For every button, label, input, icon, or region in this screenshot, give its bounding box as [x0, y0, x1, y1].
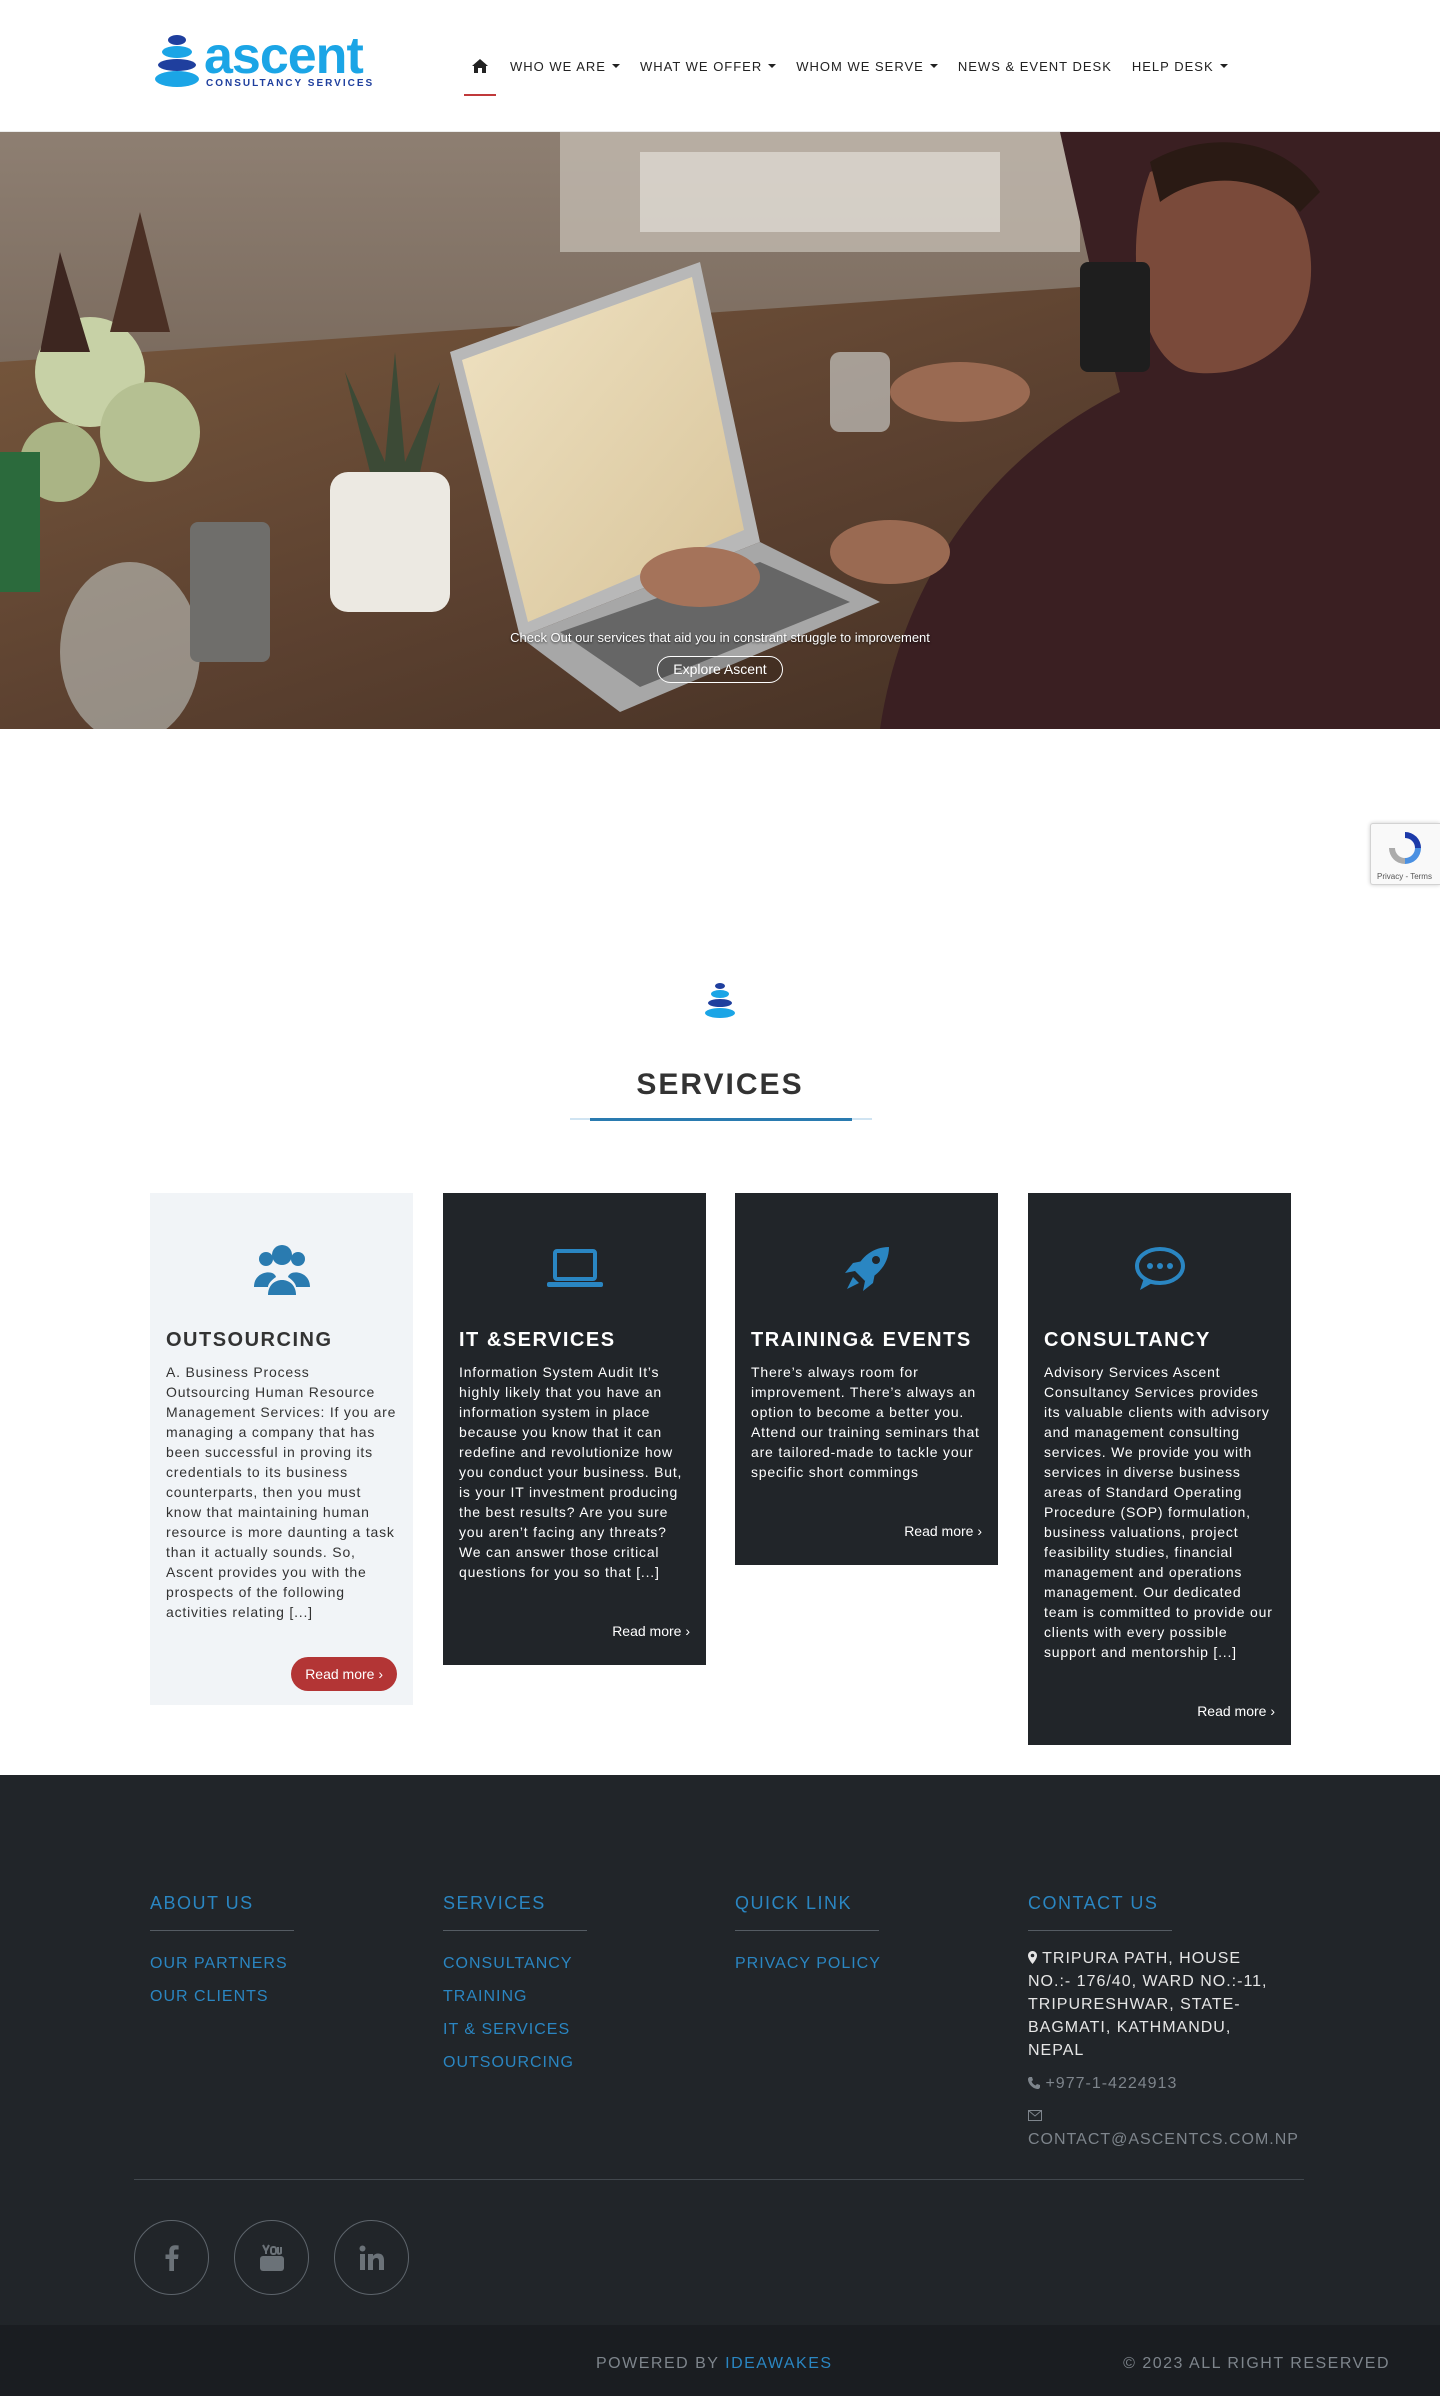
footer-contact: CONTACT US TRIPURA PATH, HOUSE NO.:- 176…: [1028, 1893, 1299, 2151]
caret-down-icon: [929, 64, 938, 68]
phone-icon: [1028, 2077, 1040, 2089]
caret-down-icon: [768, 64, 777, 68]
powered-by: POWERED BY IDEAWAKES: [596, 2355, 833, 2373]
envelope-icon: [1028, 2110, 1042, 2121]
main-nav: WHO WE ARE WHAT WE OFFER WHOM WE SERVE N…: [464, 50, 1248, 96]
footer-link[interactable]: CONSULTANCY: [443, 1947, 587, 1980]
footer-divider: [150, 1930, 294, 1931]
card-title: TRAINING& EVENTS: [751, 1329, 972, 1351]
ideawakes-link[interactable]: IDEAWAKES: [725, 2355, 832, 2372]
comment-icon: [1044, 1239, 1275, 1299]
facebook-icon: [165, 2244, 179, 2271]
address-text: TRIPURA PATH, HOUSE NO.:- 176/40, WARD N…: [1028, 1950, 1268, 2059]
nav-label: HELP DESK: [1131, 58, 1214, 74]
brand-logo[interactable]: ascent CONSULTANCY SERVICES: [154, 28, 380, 90]
footer-about: ABOUT US OUR PARTNERS OUR CLIENTS: [150, 1893, 294, 2013]
footer-services: SERVICES CONSULTANCY TRAINING IT & SERVI…: [443, 1893, 587, 2079]
hero-banner: Check Out our services that aid you in c…: [0, 132, 1440, 729]
service-card-consultancy: CONSULTANCY Advisory Services Ascent Con…: [1028, 1193, 1291, 1745]
nav-label: WHAT WE OFFER: [639, 58, 763, 74]
caret-down-icon: [611, 64, 620, 68]
users-icon: [166, 1239, 397, 1299]
powered-label: POWERED BY: [596, 2355, 720, 2372]
youtube-button[interactable]: [234, 2220, 309, 2295]
nav-whom-we-serve[interactable]: WHOM WE SERVE: [796, 59, 938, 74]
footer-quick-link: QUICK LINK PRIVACY POLICY: [735, 1893, 881, 1980]
footer-heading: CONTACT US: [1028, 1893, 1159, 1913]
recaptcha-icon: [1389, 832, 1421, 864]
contact-email[interactable]: CONTACT@ASCENTCS.COM.NP: [1028, 2105, 1299, 2151]
nav-help-desk[interactable]: HELP DESK: [1132, 59, 1228, 74]
card-title: OUTSOURCING: [166, 1329, 333, 1351]
card-text: Information System Audit It’s highly lik…: [459, 1364, 683, 1580]
footer-divider: [1028, 1930, 1172, 1931]
recaptcha-terms[interactable]: Privacy - Terms: [1377, 872, 1432, 881]
footer-heading: QUICK LINK: [735, 1893, 853, 1913]
footer-divider: [735, 1930, 879, 1931]
card-text: Advisory Services Ascent Consultancy Ser…: [1044, 1364, 1273, 1660]
read-more-link[interactable]: Read more ›: [1197, 1703, 1275, 1719]
footer-link[interactable]: IT & SERVICES: [443, 2013, 587, 2046]
footer-heading: ABOUT US: [150, 1893, 254, 1913]
section-logo-icon: [705, 983, 735, 1018]
footer-link[interactable]: OUTSOURCING: [443, 2046, 587, 2079]
footer-link[interactable]: OUR CLIENTS: [150, 1980, 294, 2013]
email-text: CONTACT@ASCENTCS.COM.NP: [1028, 2131, 1299, 2148]
footer-heading: SERVICES: [443, 1893, 546, 1913]
card-title: IT &SERVICES: [459, 1329, 616, 1351]
contact-address: TRIPURA PATH, HOUSE NO.:- 176/40, WARD N…: [1028, 1947, 1288, 2062]
linkedin-button[interactable]: [334, 2220, 409, 2295]
recaptcha-badge[interactable]: Privacy - Terms: [1370, 823, 1440, 885]
service-card-it-services: IT &SERVICES Information System Audit It…: [443, 1193, 706, 1665]
read-more-link[interactable]: Read more ›: [612, 1623, 690, 1639]
nav-news-event-desk[interactable]: NEWS & EVENT DESK: [958, 59, 1112, 74]
youtube-icon: [259, 2244, 284, 2271]
nav-home[interactable]: [464, 50, 496, 96]
card-title: CONSULTANCY: [1044, 1329, 1211, 1351]
services-title: SERVICES: [636, 1068, 804, 1101]
footer-divider: [443, 1930, 587, 1931]
logo-stack-icon: [155, 35, 199, 87]
linkedin-icon: [359, 2245, 384, 2270]
rocket-icon: [751, 1239, 982, 1299]
copyright-text: © 2023 ALL RIGHT RESERVED: [1123, 2355, 1390, 2372]
footer-link[interactable]: OUR PARTNERS: [150, 1947, 294, 1980]
footer-separator: [134, 2179, 1304, 2180]
nav-label: WHOM WE SERVE: [796, 58, 924, 74]
facebook-button[interactable]: [134, 2220, 209, 2295]
nav-label: NEWS & EVENT DESK: [957, 58, 1112, 74]
service-card-outsourcing: OUTSOURCING A. Business Process Outsourc…: [150, 1193, 413, 1705]
brand-tagline: CONSULTANCY SERVICES: [206, 78, 375, 89]
explore-button[interactable]: Explore Ascent: [657, 656, 783, 683]
hero-caption: Check Out our services that aid you in c…: [510, 630, 930, 645]
brand-name: ascent: [204, 27, 364, 85]
footer-link[interactable]: PRIVACY POLICY: [735, 1947, 881, 1980]
caret-down-icon: [1219, 64, 1228, 68]
laptop-icon: [459, 1239, 690, 1299]
phone-text: +977-1-4224913: [1045, 2075, 1178, 2092]
read-more-button[interactable]: Read more ›: [291, 1657, 397, 1691]
contact-phone[interactable]: +977-1-4224913: [1028, 2072, 1299, 2095]
site-header: ascent CONSULTANCY SERVICES WHO WE ARE W…: [0, 0, 1440, 132]
nav-label: WHO WE ARE: [510, 58, 606, 74]
card-text: A. Business Process Outsourcing Human Re…: [166, 1364, 397, 1620]
nav-what-we-offer[interactable]: WHAT WE OFFER: [639, 58, 777, 74]
map-marker-icon: [1028, 1951, 1037, 1964]
home-icon: [472, 59, 488, 73]
title-underline-accent: [590, 1118, 852, 1121]
card-text: There’s always room for improvement. The…: [751, 1364, 980, 1480]
service-card-training-events: TRAINING& EVENTS There’s always room for…: [735, 1193, 998, 1565]
footer-link[interactable]: TRAINING: [443, 1980, 587, 2013]
read-more-link[interactable]: Read more ›: [904, 1523, 982, 1539]
nav-who-we-are[interactable]: WHO WE ARE: [510, 59, 620, 74]
